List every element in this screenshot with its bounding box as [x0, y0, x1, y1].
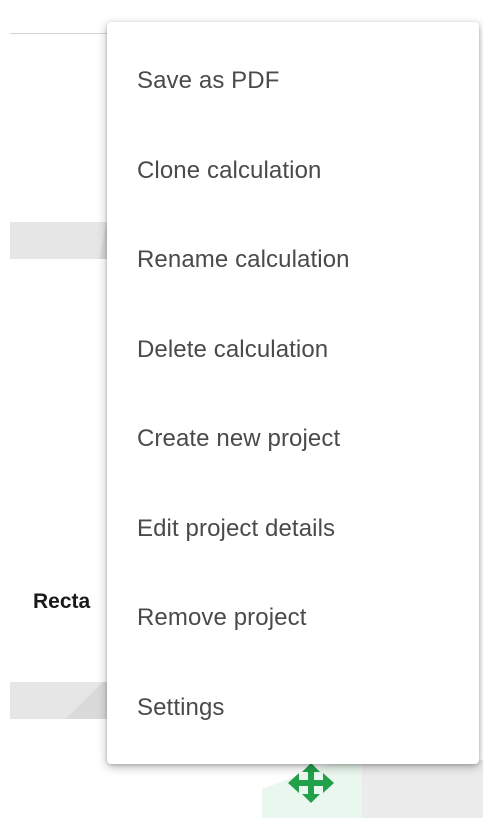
context-menu: Save as PDF Clone calculation Rename cal… — [107, 22, 479, 764]
menu-item-save-as-pdf[interactable]: Save as PDF — [107, 36, 479, 126]
menu-item-edit-project-details[interactable]: Edit project details — [107, 484, 479, 574]
menu-item-clone-calculation[interactable]: Clone calculation — [107, 126, 479, 216]
menu-item-delete-calculation[interactable]: Delete calculation — [107, 305, 479, 395]
menu-item-create-new-project[interactable]: Create new project — [107, 394, 479, 484]
shape-label: Recta — [33, 590, 91, 613]
move-arrows-icon[interactable] — [288, 763, 334, 803]
app-screen: Recta Save as PDF Clone calculation Rena… — [0, 0, 483, 818]
menu-item-rename-calculation[interactable]: Rename calculation — [107, 215, 479, 305]
menu-item-settings[interactable]: Settings — [107, 663, 479, 753]
background-panel — [362, 760, 483, 818]
menu-item-remove-project[interactable]: Remove project — [107, 573, 479, 663]
